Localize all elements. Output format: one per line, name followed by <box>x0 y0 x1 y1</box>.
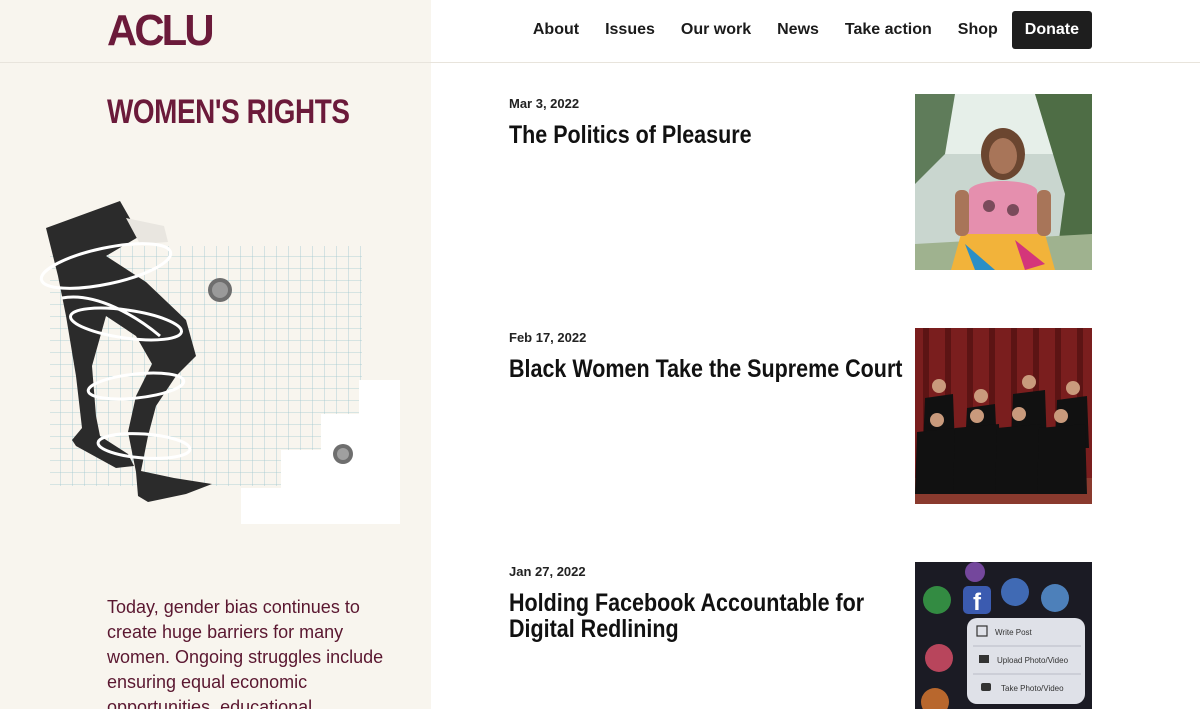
aclu-logo[interactable]: ACLU <box>107 9 215 53</box>
article-item[interactable]: Mar 3, 2022 The Politics of Pleasure <box>509 94 1092 270</box>
article-title[interactable]: Black Women Take the Supreme Court <box>509 356 905 382</box>
nav-take-action[interactable]: Take action <box>845 21 932 39</box>
phone-menu-take-photo: Take Photo/Video <box>1001 684 1064 693</box>
nav-issues[interactable]: Issues <box>605 21 655 39</box>
phone-menu-write-post: Write Post <box>995 628 1033 637</box>
article-thumbnail[interactable] <box>915 328 1092 504</box>
article-thumbnail[interactable]: f Write Post Upload Photo/Video Take Pho… <box>915 562 1092 709</box>
nav-about[interactable]: About <box>533 21 579 39</box>
nav-news[interactable]: News <box>777 21 819 39</box>
svg-text:f: f <box>973 589 982 616</box>
intro-text: Today, gender bias continues to create h… <box>107 597 384 709</box>
main-nav: About Issues Our work News Take action S… <box>507 11 1092 49</box>
article-title[interactable]: The Politics of Pleasure <box>509 122 905 148</box>
phone-menu-upload: Upload Photo/Video <box>997 656 1069 665</box>
nav-our-work[interactable]: Our work <box>681 21 751 39</box>
nav-shop[interactable]: Shop <box>958 21 998 39</box>
article-thumbnail[interactable] <box>915 94 1092 270</box>
article-item[interactable]: Jan 27, 2022 Holding Facebook Accountabl… <box>509 562 1092 709</box>
article-title[interactable]: Holding Facebook Accountable for Digital… <box>509 590 905 642</box>
page-title: WOMEN'S RIGHTS <box>107 93 350 131</box>
header-divider <box>0 62 1200 63</box>
donate-button[interactable]: Donate <box>1011 11 1092 49</box>
womens-rights-illustration <box>39 201 400 524</box>
article-item[interactable]: Feb 17, 2022 Black Women Take the Suprem… <box>509 328 1092 504</box>
